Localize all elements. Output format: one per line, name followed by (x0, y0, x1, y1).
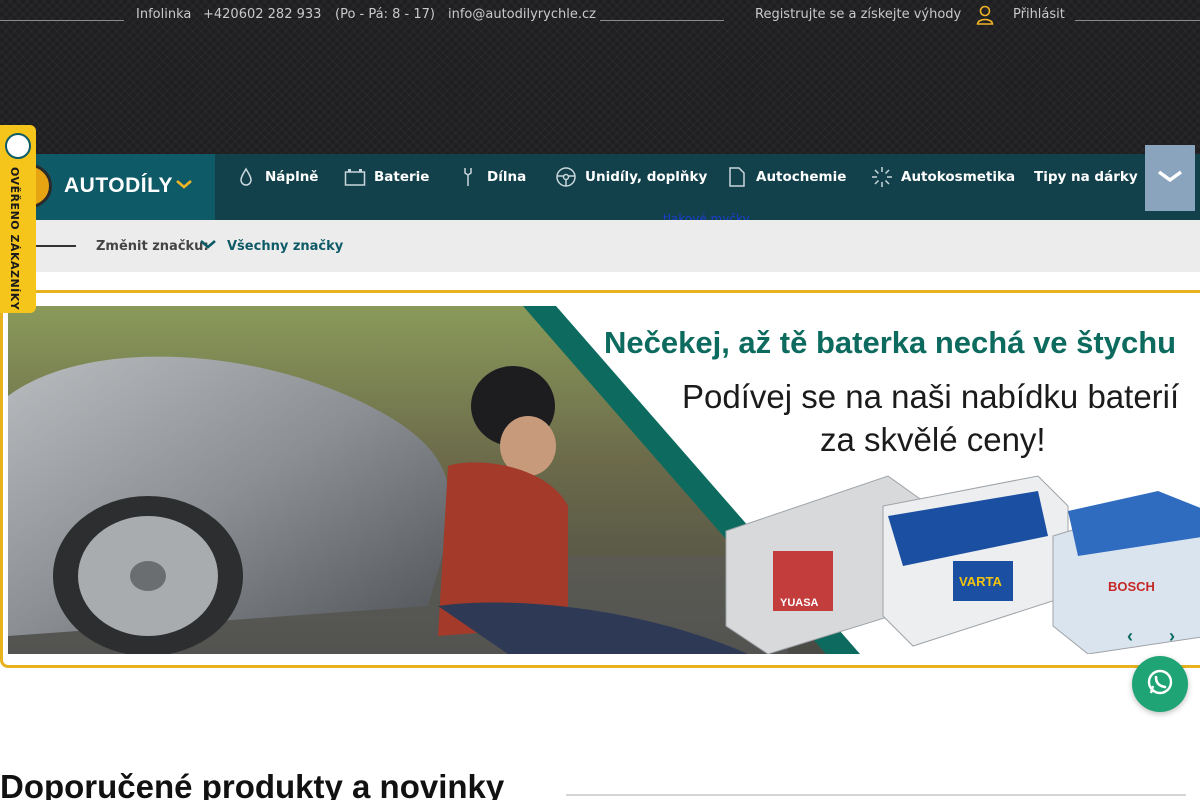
nav-item-naplne[interactable]: Náplně (235, 154, 318, 200)
login-link[interactable]: Přihlásit (1013, 7, 1065, 22)
slider-prev-button[interactable]: ‹ (1127, 626, 1133, 647)
change-brand-label: Změnit značku: (96, 239, 209, 254)
nav-item-autochemie[interactable]: Autochemie (726, 154, 846, 200)
battery-brand-label: VARTA (959, 574, 1002, 589)
page: Infolinka +420602 282 933 (Po - Pá: 8 - … (0, 0, 1200, 800)
top-bar: Infolinka +420602 282 933 (Po - Pá: 8 - … (0, 0, 1200, 154)
section-title: Doporučené produkty a novinky (0, 768, 505, 800)
chevron-down-icon[interactable] (200, 237, 216, 252)
slider-next-button[interactable]: › (1169, 626, 1175, 647)
battery-varta: VARTA (882, 475, 1069, 647)
nav-item-label: Autochemie (756, 169, 847, 185)
brand-selector-bar: Změnit značku: Všechny značky (0, 220, 1200, 272)
divider (36, 245, 76, 247)
battery-brand-label: YUASA (780, 597, 819, 609)
battery-icon (344, 166, 366, 188)
nav-item-label: Dílna (487, 169, 527, 185)
verified-by-customers-tab[interactable]: OVĚŘENO ZÁKAZNÍKY (0, 125, 36, 313)
brand-select[interactable]: Všechny značky (227, 239, 343, 254)
document-icon (726, 166, 748, 188)
nav-item-dilna[interactable]: Dílna (457, 154, 526, 200)
nav-item-label: Unidíly, doplňky (585, 169, 708, 185)
chevron-down-icon (176, 176, 192, 192)
banner-title: Nečekej, až tě baterka nechá ve štychu (604, 325, 1177, 360)
opening-hours: (Po - Pá: 8 - 17) (335, 7, 435, 22)
nav-item-tipy-na-darky[interactable]: Tipy na dárky (1034, 154, 1138, 200)
nav-item-unidily[interactable]: Unidíly, doplňky (555, 154, 707, 200)
droplet-icon (235, 166, 257, 188)
nav-item-label: Autokosmetika (901, 169, 1016, 185)
divider (566, 794, 1186, 796)
email-link[interactable]: info@autodilyrychle.cz (448, 7, 596, 22)
nav-item-baterie[interactable]: Baterie (344, 154, 429, 200)
phone-link[interactable]: +420602 282 933 (203, 7, 321, 22)
banner-subtitle-line1: Podívej se na naši nabídku baterií (682, 378, 1180, 415)
infoline-label: Infolinka (136, 7, 192, 22)
wrench-icon (457, 166, 479, 188)
divider (1075, 20, 1200, 21)
nav-item-label: Náplně (265, 169, 319, 185)
autodily-label: AUTODÍLY (64, 174, 174, 197)
nav-item-label: Baterie (374, 169, 430, 185)
more-menu-button[interactable] (1145, 145, 1195, 211)
banner-subtitle-line2: za skvělé ceny! (820, 421, 1046, 458)
nav-item-autokosmetika[interactable]: Autokosmetika (871, 154, 1015, 200)
divider (0, 20, 124, 21)
user-icon[interactable] (976, 5, 994, 30)
nav-item-label: Tipy na dárky (1034, 169, 1138, 185)
verified-badge-icon (5, 133, 31, 159)
whatsapp-chat-button[interactable] (1132, 656, 1188, 712)
chevron-down-icon (1157, 169, 1183, 188)
whatsapp-icon (1145, 667, 1175, 702)
register-link[interactable]: Registrujte se a získejte výhody (755, 7, 961, 22)
steering-wheel-icon (555, 166, 577, 188)
verified-label: OVĚŘENO ZÁKAZNÍKY (8, 167, 21, 311)
divider (600, 20, 724, 21)
sparkle-icon (871, 166, 893, 188)
battery-brand-label: BOSCH (1108, 579, 1155, 594)
